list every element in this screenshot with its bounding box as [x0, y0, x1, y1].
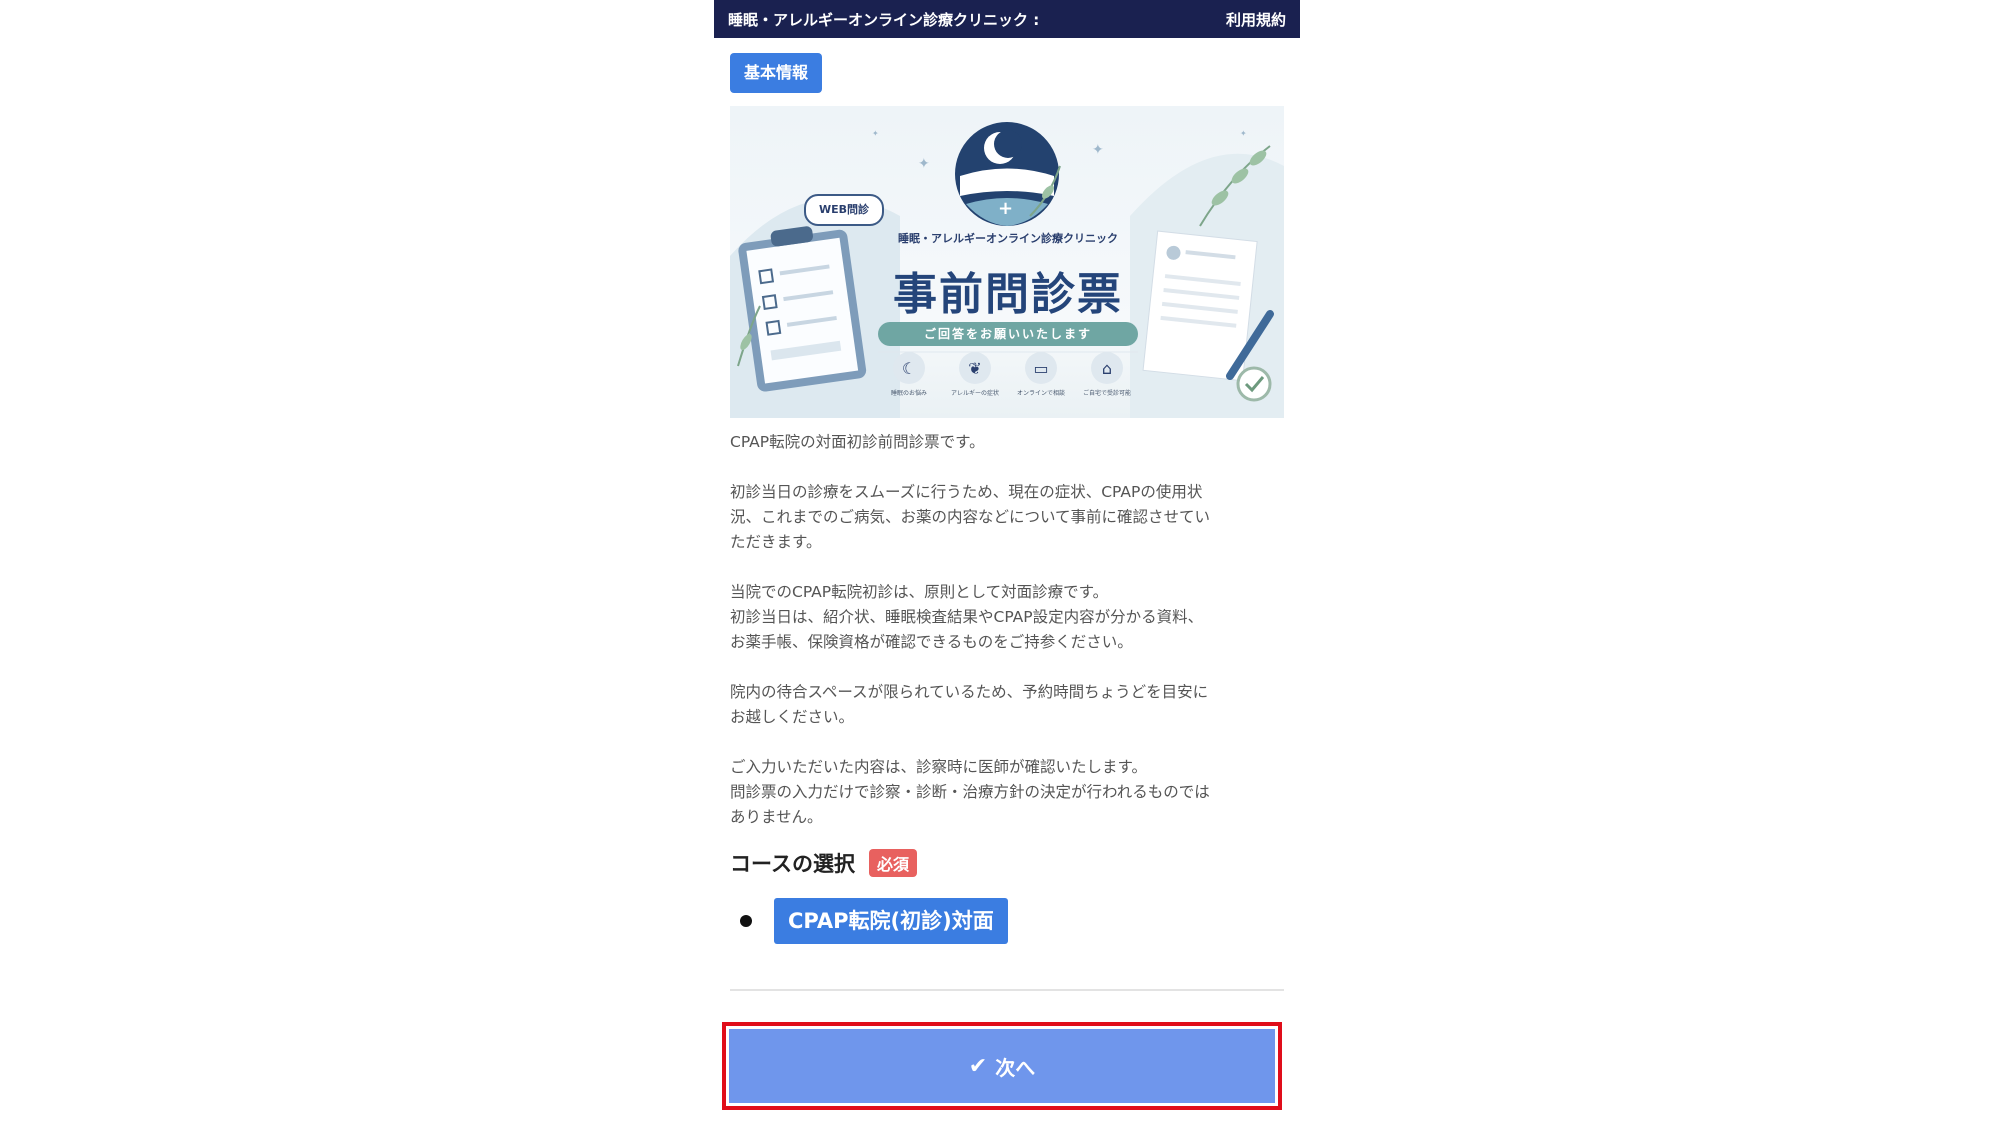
check-icon: ✔ — [968, 1053, 988, 1079]
feature-sleep: ☾ 睡眠のお悩み — [878, 352, 940, 397]
info-section-badge: 基本情報 — [730, 53, 823, 93]
terms-link[interactable]: 利用規約 — [1226, 9, 1286, 30]
feature-caption: 睡眠のお悩み — [890, 390, 927, 397]
course-heading-label: コースの選択 — [730, 852, 855, 876]
questionnaire-banner: ✦ ✦ ✦ ✦ + WEB問診 睡眠・アレルギーオンライン診療クリニック 事前問… — [730, 106, 1284, 418]
svg-text:+: + — [998, 198, 1013, 219]
feature-caption: オンラインで相談 — [1016, 390, 1065, 397]
next-button-highlight: ✔ 次へ — [722, 1022, 1282, 1110]
svg-text:✦: ✦ — [918, 156, 930, 172]
page-column: 睡眠・アレルギーオンライン診療クリニック : 利用規約 基本情報 ✦ ✦ ✦ ✦… — [714, 0, 1300, 1125]
plant-icon: ❦ — [959, 352, 991, 384]
description-paragraph: CPAP転院の対面初診前問診票です。 — [730, 433, 985, 451]
banner-subtitle-pill: ご回答をお願いいたします — [878, 322, 1138, 346]
divider — [730, 989, 1284, 991]
course-radio[interactable] — [740, 915, 752, 927]
feature-caption: ご自宅で受診可能 — [1082, 390, 1131, 397]
feature-allergy: ❦ アレルギーの症状 — [944, 352, 1006, 397]
description-paragraph: 当院でのCPAP転院初診は、原則として対面診療です。 初診当日は、紹介状、睡眠検… — [730, 583, 1204, 651]
description-paragraph: 初診当日の診療をスムーズに行うため、現在の症状、CPAPの使用状 況、これまでの… — [730, 483, 1211, 551]
course-selection-heading: コースの選択 必須 — [730, 848, 917, 878]
banner-feature-icons: ☾ 睡眠のお悩み ❦ アレルギーの症状 ▭ オンラインで相談 ⌂ ご自宅で受診可… — [878, 352, 1138, 397]
clipboard-illustration — [738, 226, 867, 392]
feature-caption: アレルギーの症状 — [950, 390, 999, 397]
web-questionnaire-bubble: WEB問診 — [804, 194, 884, 226]
description-paragraph: 院内の待合スペースが限られているため、予約時間ちょうどを目安に お越しください。 — [730, 683, 1209, 726]
next-button[interactable]: ✔ 次へ — [729, 1029, 1275, 1103]
banner-title: 事前問診票 — [893, 269, 1123, 320]
laptop-icon: ▭ — [1025, 352, 1057, 384]
svg-text:✦: ✦ — [1240, 129, 1247, 138]
feature-home: ⌂ ご自宅で受診可能 — [1076, 352, 1138, 397]
house-icon: ⌂ — [1091, 352, 1123, 384]
svg-text:✦: ✦ — [1092, 142, 1104, 158]
svg-text:✦: ✦ — [872, 129, 879, 138]
banner-clinic-name: 睡眠・アレルギーオンライン診療クリニック — [898, 232, 1118, 245]
feature-online: ▭ オンラインで相談 — [1010, 352, 1072, 397]
description-text: CPAP転院の対面初診前問診票です。 初診当日の診療をスムーズに行うため、現在の… — [730, 430, 1284, 855]
moon-icon: ☾ — [893, 352, 925, 384]
course-option-button[interactable]: CPAP転院(初診)対面 — [774, 898, 1008, 944]
course-option-row[interactable]: CPAP転院(初診)対面 — [740, 898, 1008, 944]
header-bar: 睡眠・アレルギーオンライン診療クリニック : 利用規約 — [714, 0, 1300, 38]
next-button-label: 次へ — [995, 1055, 1036, 1080]
header-title: 睡眠・アレルギーオンライン診療クリニック : — [728, 10, 1040, 29]
required-badge: 必須 — [868, 849, 917, 877]
description-paragraph: ご入力いただいた内容は、診察時に医師が確認いたします。 問診票の入力だけで診察・… — [730, 758, 1210, 826]
